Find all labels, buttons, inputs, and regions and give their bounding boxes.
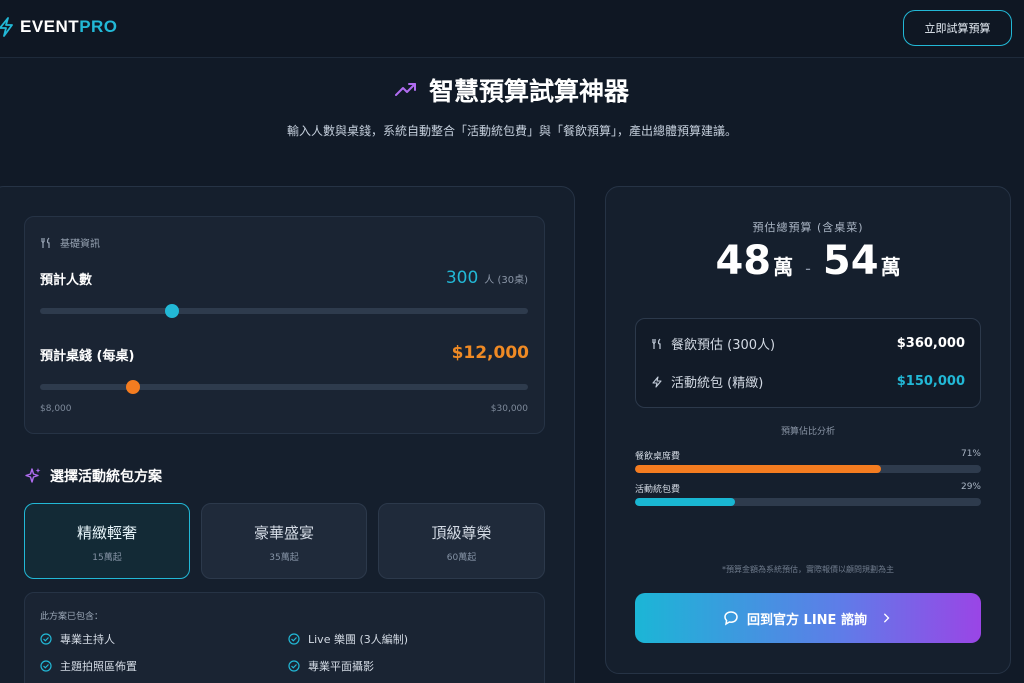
package-heading: 選擇活動統包方案: [24, 466, 162, 486]
estimate-range: 48 萬 - 54 萬: [605, 238, 1011, 284]
catering-bar-track: [635, 465, 981, 473]
check-circle-icon: [288, 633, 300, 645]
chat-bubble-icon: [724, 611, 738, 626]
price-label: 預計桌錢 (每桌): [40, 349, 135, 364]
included-item: Live 樂團 (3人編制): [288, 631, 408, 647]
ratio-title: 預算佔比分析: [780, 427, 835, 437]
breakdown-card: [635, 318, 981, 408]
included-item: 主題拍照區佈置: [40, 658, 137, 674]
utensils-icon: [41, 237, 50, 248]
package-row: 活動統包 (精緻) $150,000: [651, 372, 965, 391]
package-name: 頂級尊榮: [431, 524, 492, 542]
check-circle-icon: [288, 660, 300, 672]
utensils-icon: [652, 338, 661, 349]
trending-up-icon: [394, 83, 416, 96]
catering-bar-fill: [635, 465, 881, 473]
try-budget-button[interactable]: 立即試算預算: [903, 10, 1012, 46]
package-option-luxury-lite[interactable]: 精緻輕奢 15萬起: [24, 503, 190, 579]
brand-logo[interactable]: EVENTPRO: [0, 17, 118, 37]
sparkles-icon: [25, 468, 41, 483]
package-option-grand-feast[interactable]: 豪華盛宴 35萬起: [201, 503, 367, 579]
check-circle-icon: [40, 633, 52, 645]
lightning-icon: [0, 17, 13, 37]
package-price: 60萬起: [446, 553, 477, 563]
estimate-unit: 萬: [880, 255, 901, 279]
lightning-icon: [652, 375, 662, 388]
basic-info-label: 基礎資訊: [40, 235, 100, 250]
people-label: 預計人數: [40, 273, 93, 288]
included-item: 專業主持人: [40, 631, 115, 647]
price-slider-track[interactable]: [40, 384, 528, 390]
package-name: 豪華盛宴: [253, 524, 314, 542]
people-slider-thumb[interactable]: [164, 304, 179, 318]
people-value: 300 人 (30桌): [446, 268, 528, 288]
line-consult-label: 回到官方 LINE 諮詢: [747, 612, 867, 628]
package-bar-label: 活動統包費: [635, 485, 681, 495]
people-unit: 人 (30桌): [484, 275, 528, 286]
catering-value: $360,000: [896, 336, 965, 351]
included-title: 此方案已包含：: [40, 612, 104, 622]
package-price: 35萬起: [269, 553, 299, 563]
package-price: 15萬起: [92, 553, 122, 563]
estimate-high: 54: [822, 238, 879, 284]
catering-bar-pct: 71%: [960, 449, 981, 459]
price-max: $30,000: [490, 404, 528, 414]
package-bar-track: [635, 498, 981, 506]
included-item: 專業平面攝影: [288, 658, 374, 674]
catering-bar-label: 餐飲桌席費: [635, 452, 681, 462]
catering-row: 餐飲預估 (300人) $360,000: [651, 334, 965, 353]
estimate-dash: -: [805, 259, 811, 278]
line-consult-button[interactable]: 回到官方 LINE 諮詢: [635, 593, 981, 643]
package-bar-pct: 29%: [960, 482, 981, 492]
people-slider-track[interactable]: [40, 308, 528, 314]
price-value: $12,000: [451, 343, 529, 363]
package-option-premium[interactable]: 頂級尊榮 60萬起: [378, 503, 545, 579]
package-name: 精緻輕奢: [76, 524, 137, 542]
top-navbar: EVENTPRO 立即試算預算: [0, 0, 1024, 58]
package-value: $150,000: [896, 374, 965, 389]
page-subtitle: 輸入人數與桌錢，系統自動整合「活動統包費」與「餐飲預算」，產出總體預算建議。: [286, 124, 737, 138]
price-slider-thumb[interactable]: [125, 380, 140, 394]
people-count: 300: [445, 268, 479, 288]
page-title-text: 智慧預算試算神器: [428, 77, 629, 106]
page-title: 智慧預算試算神器: [0, 72, 1024, 108]
check-circle-icon: [40, 660, 52, 672]
estimate-low: 48: [715, 238, 772, 284]
price-min: $8,000: [40, 404, 72, 414]
estimate-unit: 萬: [773, 255, 794, 279]
disclaimer: *預算金額為系統預估，實際報價以顧問規劃為主: [722, 565, 894, 574]
basic-info-card: [24, 216, 545, 434]
package-bar-fill: [635, 498, 736, 506]
chevron-right-icon: [884, 613, 890, 623]
estimate-label: 預估總預算 (含桌菜): [752, 221, 864, 234]
brand-name: EVENTPRO: [20, 17, 118, 36]
